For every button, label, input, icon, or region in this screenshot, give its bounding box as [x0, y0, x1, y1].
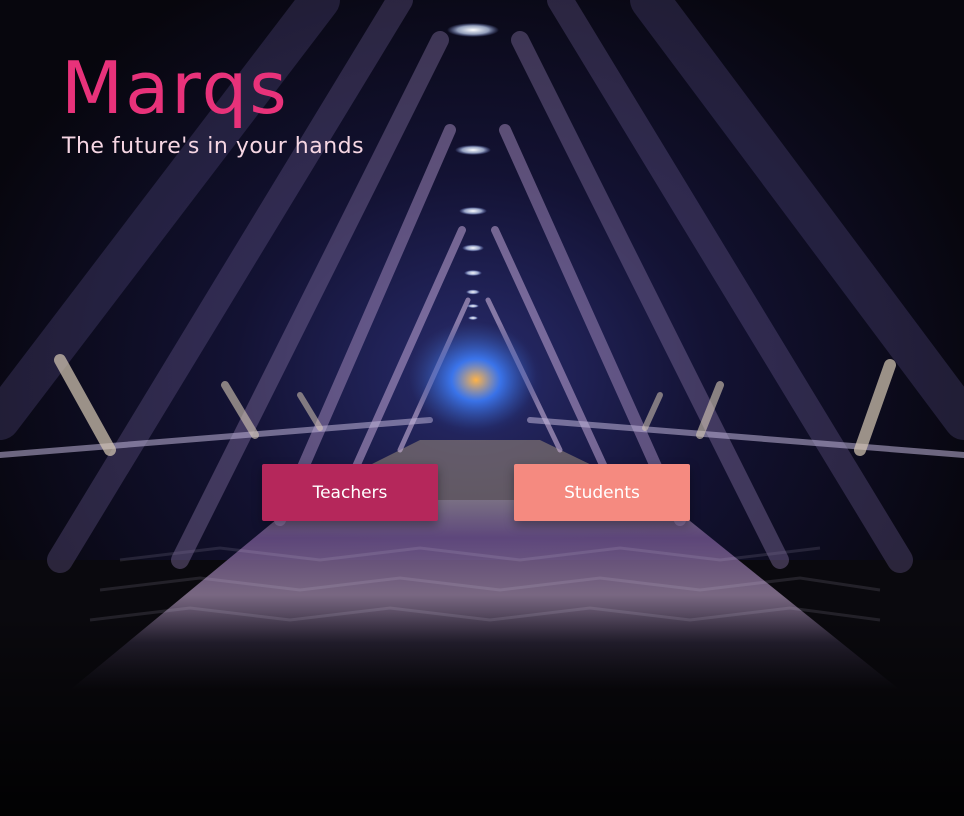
- hero-text: Marqs The future's in your hands: [61, 52, 364, 159]
- landing-page: Marqs The future's in your hands Teacher…: [0, 0, 964, 816]
- teachers-button[interactable]: Teachers: [262, 464, 438, 521]
- tagline: The future's in your hands: [62, 134, 365, 159]
- brand-title: Marqs: [61, 46, 289, 130]
- students-button[interactable]: Students: [514, 464, 690, 521]
